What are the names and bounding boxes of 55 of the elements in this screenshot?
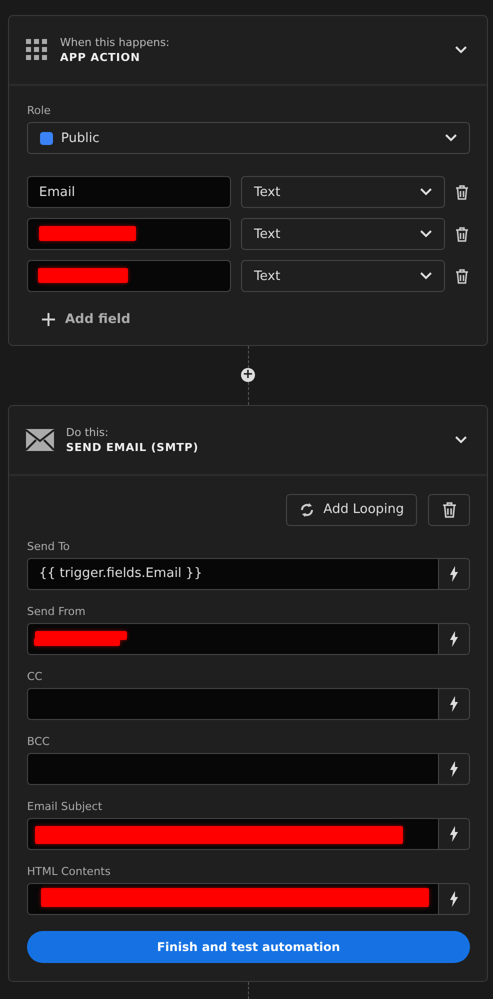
chevron-down-icon[interactable] — [445, 134, 457, 142]
bindings-button[interactable] — [438, 688, 469, 719]
bindings-button[interactable] — [438, 754, 469, 784]
input-label: Send To — [27, 540, 71, 553]
bindings-button[interactable] — [438, 624, 469, 654]
action-caption: Do this: — [66, 426, 110, 439]
trash-icon[interactable] — [455, 268, 469, 284]
bindings-button[interactable] — [438, 818, 469, 849]
input-label: CC — [27, 670, 44, 683]
trash-icon[interactable] — [455, 226, 469, 242]
role-label: Role — [27, 104, 52, 117]
bindings-button[interactable] — [438, 558, 469, 589]
add-step-button[interactable]: + — [241, 368, 255, 382]
binding-field[interactable] — [27, 752, 470, 785]
add-field-button[interactable]: Add field — [42, 312, 130, 327]
action-title: SEND EMAIL (SMTP) — [66, 440, 200, 454]
binding-field[interactable] — [27, 622, 470, 655]
chevron-down-icon[interactable] — [420, 188, 432, 196]
input-label: Send From — [27, 604, 86, 618]
input-label: BCC — [27, 734, 51, 748]
plus-icon — [42, 313, 55, 326]
trigger-caption: When this happens: — [60, 36, 171, 49]
lightning-icon — [449, 826, 459, 842]
field-type-select[interactable]: Text — [241, 218, 445, 250]
trash-icon[interactable] — [442, 502, 456, 518]
binding-field[interactable] — [27, 818, 470, 850]
lightning-icon — [449, 760, 459, 777]
lightning-icon — [449, 630, 459, 647]
binding-field[interactable] — [27, 688, 470, 720]
chevron-down-icon[interactable] — [455, 46, 467, 54]
input-label: HTML Contents — [27, 864, 112, 878]
trash-icon[interactable] — [455, 184, 469, 200]
finish-button[interactable]: Finish and test automation — [27, 930, 470, 963]
trigger-title: APP ACTION — [60, 51, 142, 64]
field-name-input[interactable] — [27, 218, 231, 250]
lightning-icon — [449, 696, 459, 712]
binding-field[interactable] — [27, 882, 470, 915]
add-looping-button[interactable]: Add Looping — [286, 494, 417, 526]
bindings-button[interactable] — [438, 884, 469, 914]
grid-icon — [26, 39, 48, 61]
field-name-input[interactable]: Email — [27, 176, 231, 208]
chevron-down-icon[interactable] — [455, 436, 467, 444]
envelope-icon — [26, 428, 54, 451]
lightning-icon — [449, 890, 459, 907]
chevron-down-icon[interactable] — [420, 230, 432, 238]
field-type-select[interactable]: Text — [241, 260, 445, 292]
input-label: Email Subject — [27, 800, 104, 813]
loop-icon — [299, 502, 316, 518]
binding-field[interactable]: {{ trigger.fields.Email }} — [27, 558, 470, 590]
lightning-icon — [449, 566, 459, 582]
delete-step-button[interactable] — [428, 494, 470, 526]
chevron-down-icon[interactable] — [420, 272, 432, 280]
role-select[interactable]: Public — [27, 122, 470, 154]
field-type-select[interactable]: Text — [241, 176, 445, 208]
field-name-input[interactable] — [27, 260, 231, 292]
